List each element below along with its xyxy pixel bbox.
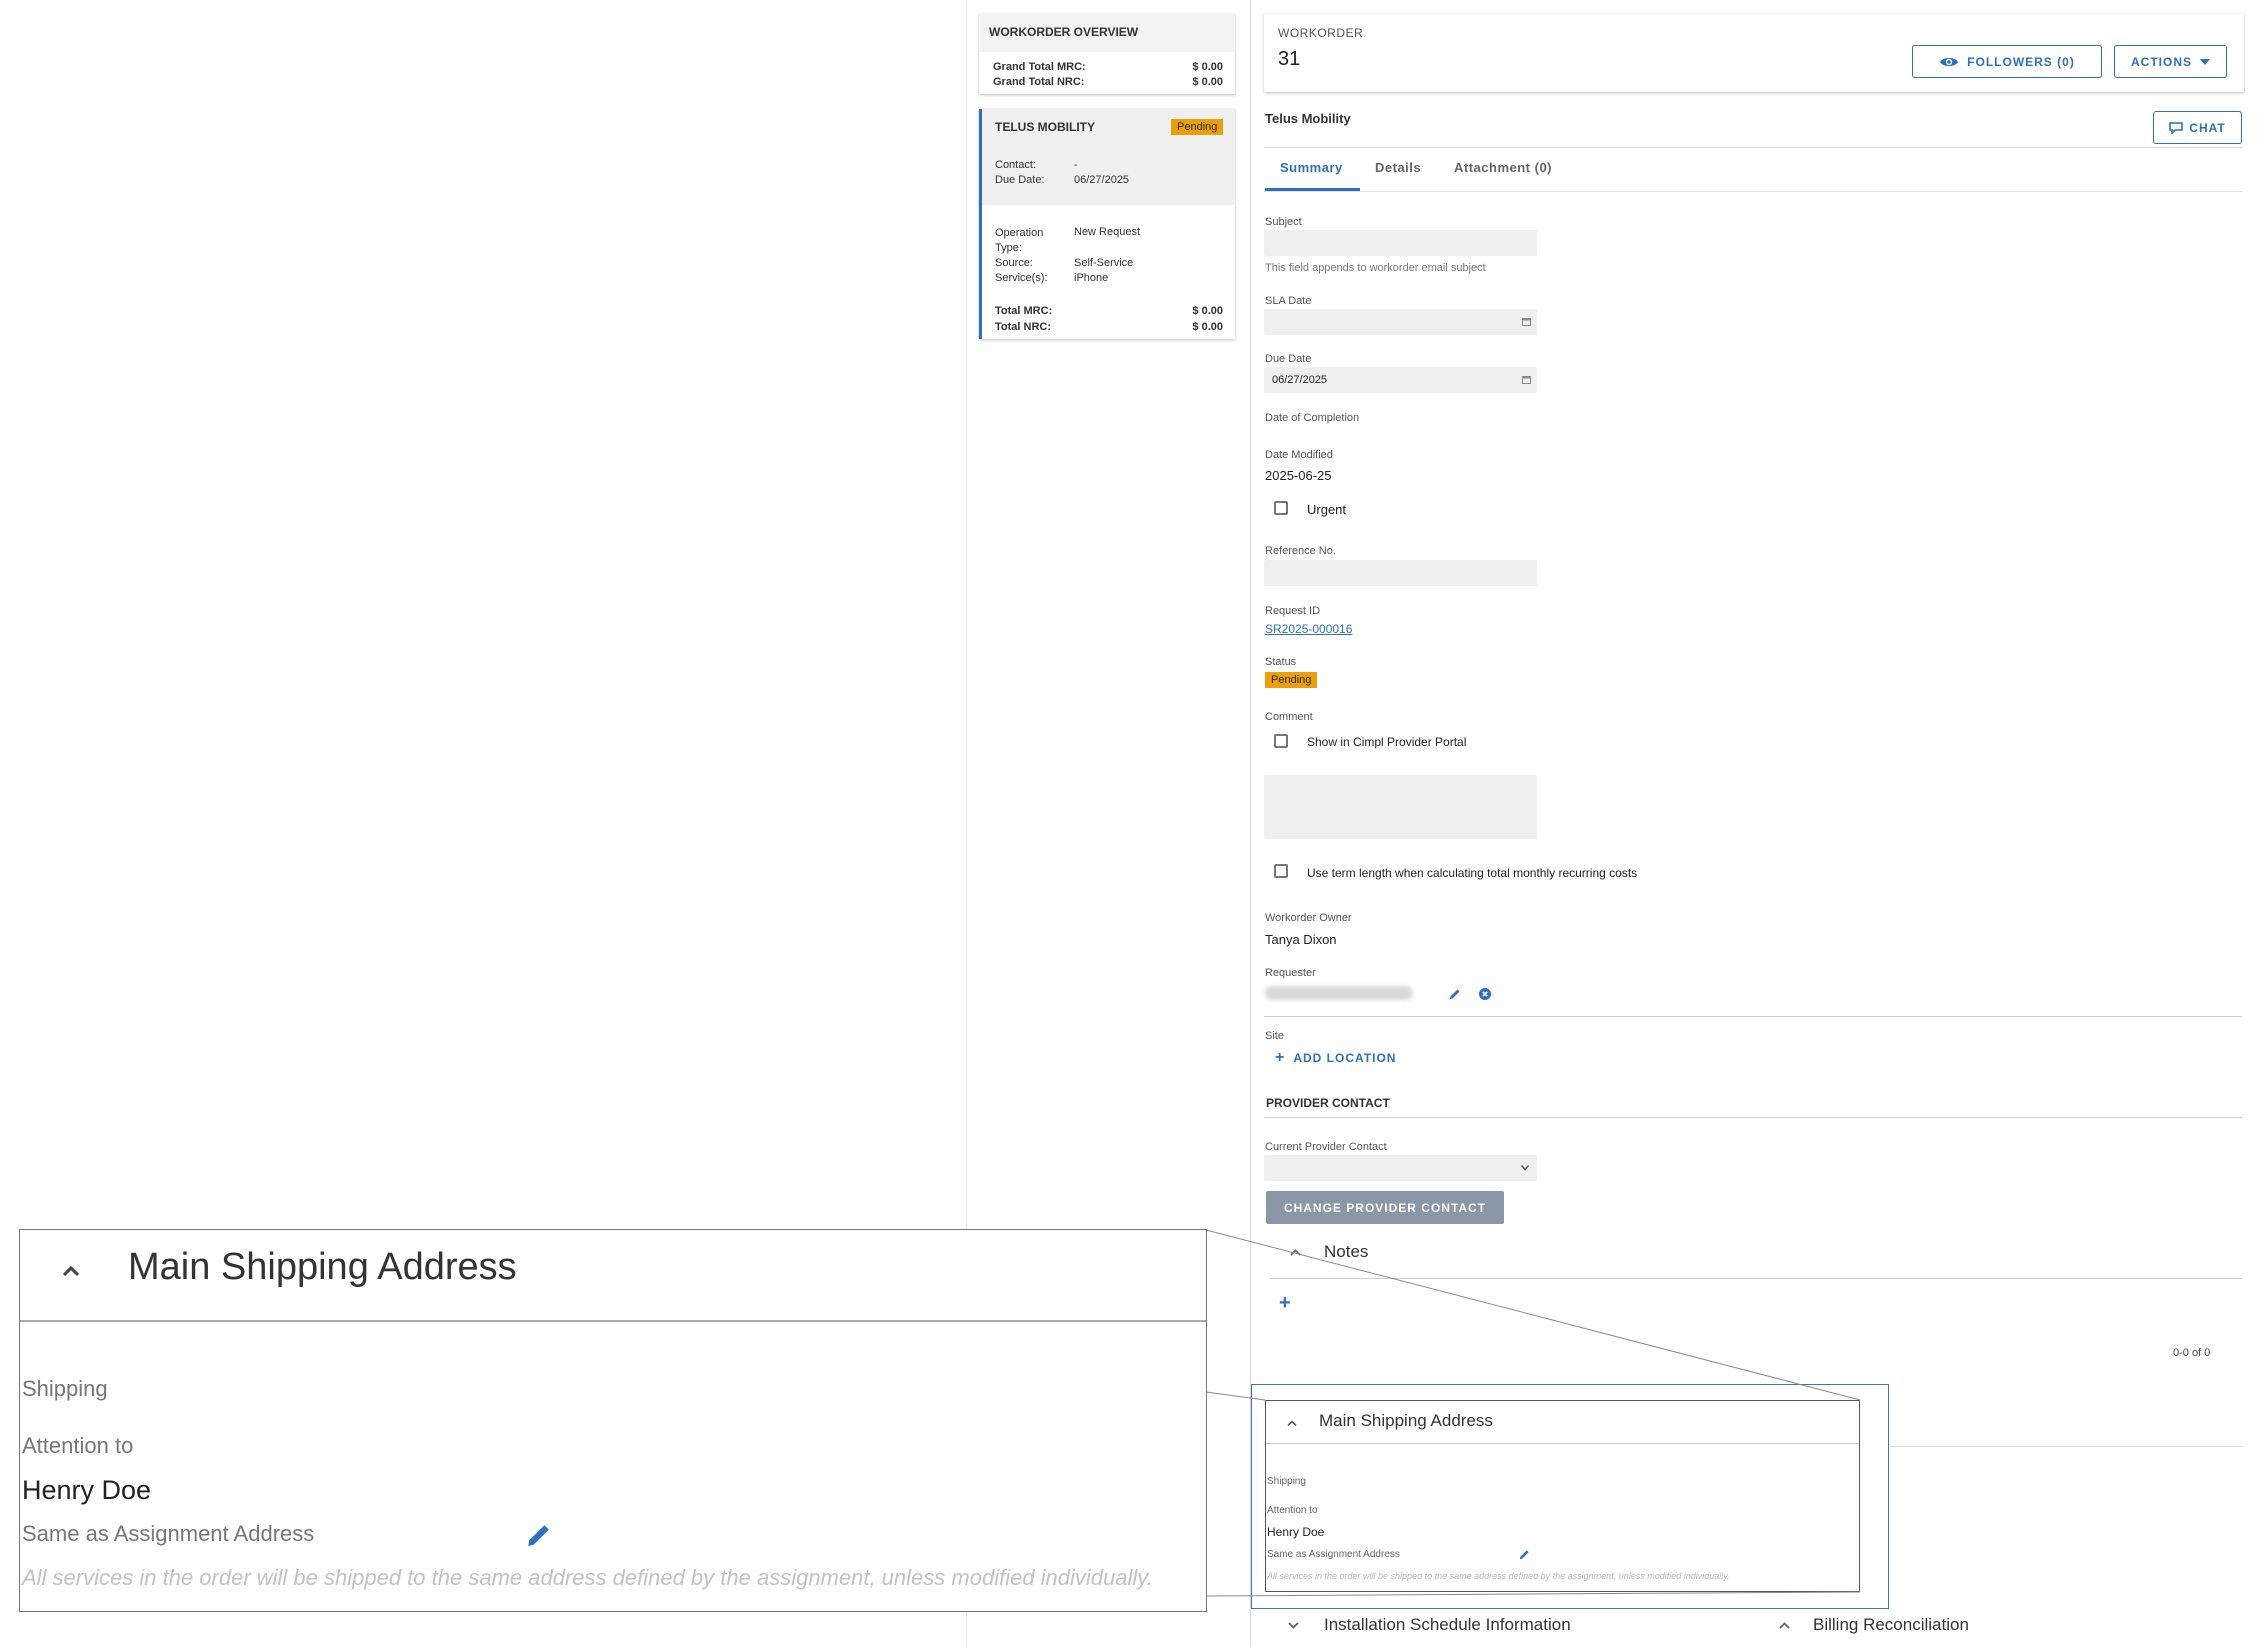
zoomed-shipping-note: All services in the order will be shippe… bbox=[22, 1565, 1153, 1590]
zoomed-attention-label: Attention to bbox=[22, 1433, 134, 1458]
zoomed-shipping-callout: Main Shipping Address Shipping Attention… bbox=[19, 1229, 1207, 1612]
installation-section-title[interactable]: Installation Schedule Information bbox=[1324, 1615, 1571, 1635]
chevron-up-icon[interactable] bbox=[1779, 1622, 1790, 1629]
zoomed-edit-icon[interactable] bbox=[526, 1522, 552, 1548]
zoomed-shipping-label: Shipping bbox=[22, 1376, 108, 1401]
zoomed-header-divider bbox=[20, 1320, 1206, 1322]
chevron-down-icon[interactable] bbox=[1288, 1622, 1299, 1629]
billing-section-title[interactable]: Billing Reconciliation bbox=[1813, 1615, 1969, 1635]
zoomed-attention-value: Henry Doe bbox=[22, 1475, 152, 1505]
zoomed-same-as-label: Same as Assignment Address bbox=[22, 1521, 315, 1546]
chevron-up-icon[interactable] bbox=[62, 1265, 80, 1277]
zoomed-shipping-title: Main Shipping Address bbox=[128, 1246, 517, 1288]
